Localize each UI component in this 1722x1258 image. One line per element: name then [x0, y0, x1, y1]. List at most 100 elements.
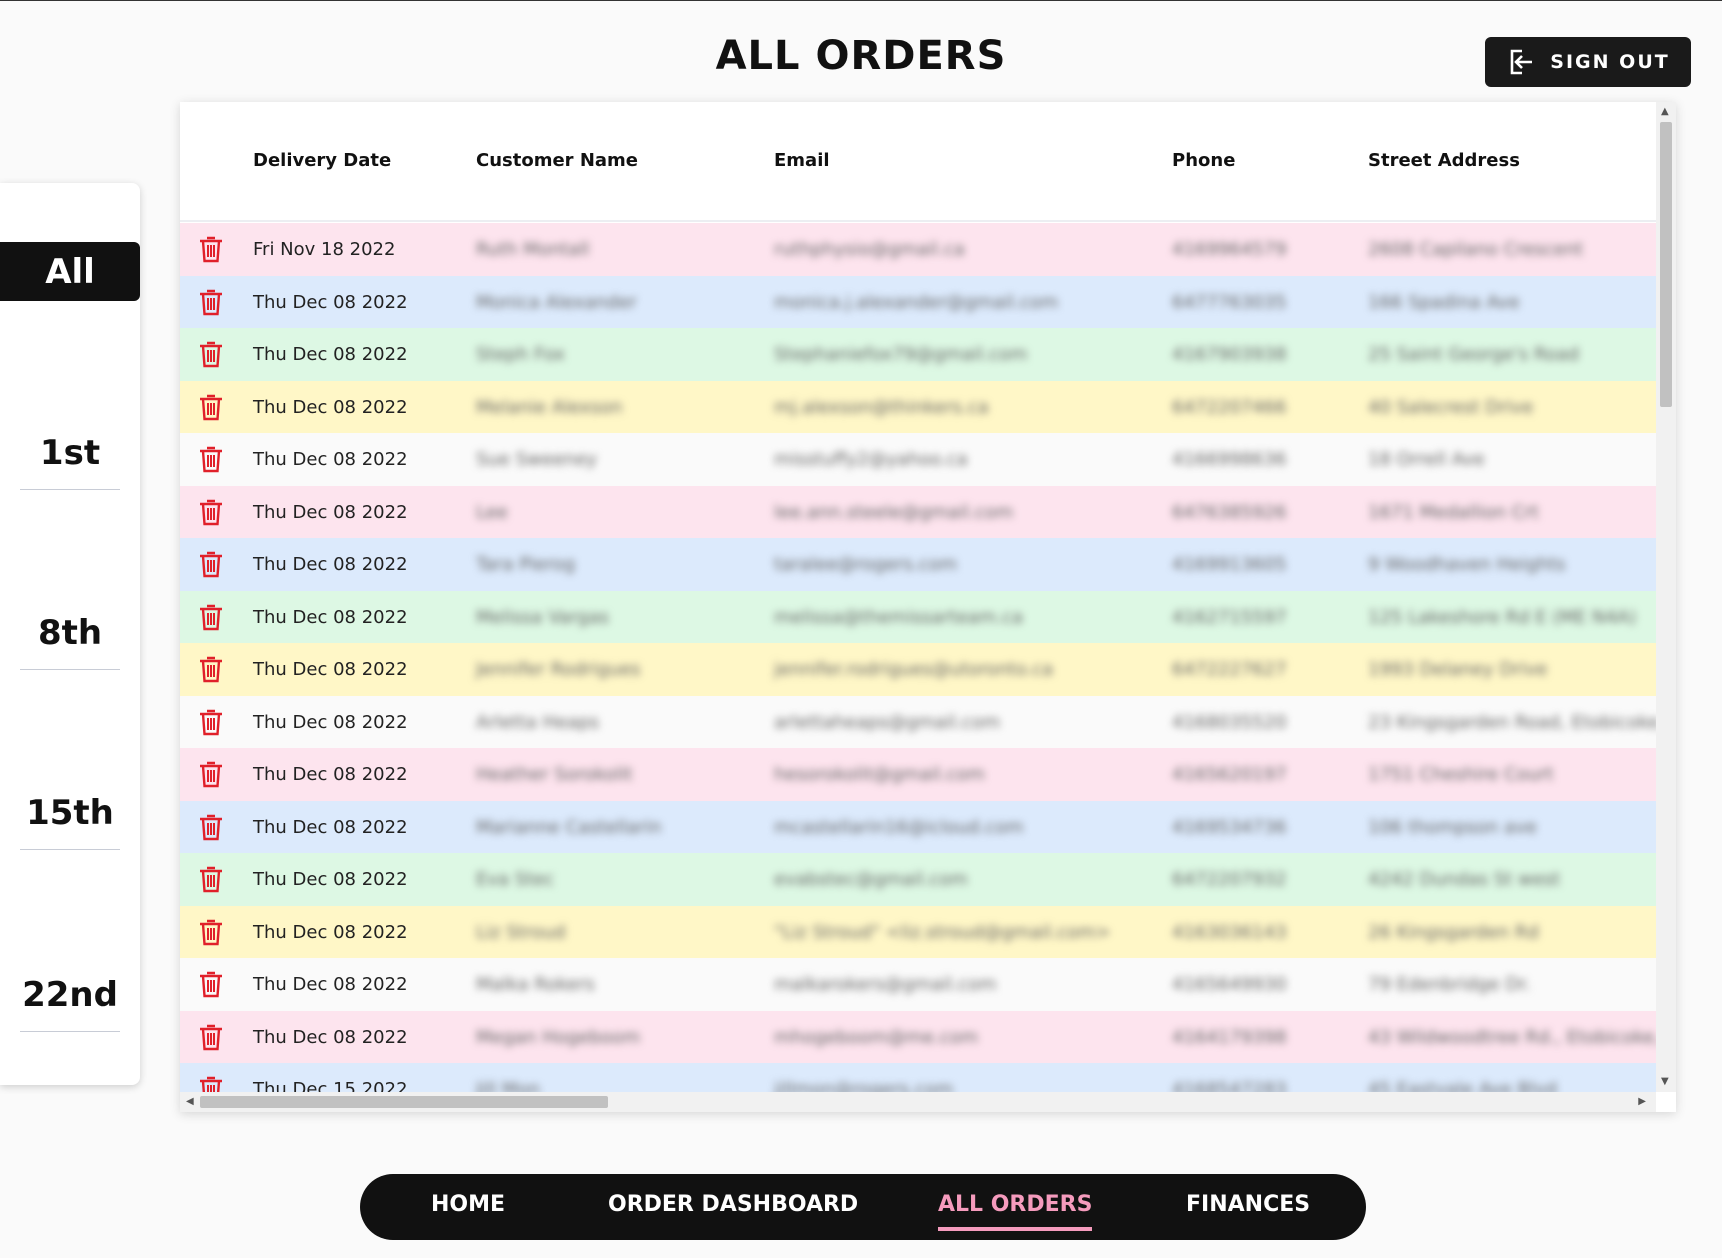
table-row[interactable]: Thu Dec 08 2022 Melissa Vargas melissa@the…: [180, 590, 1656, 643]
vertical-scrollbar[interactable]: ▲ ▼: [1656, 102, 1676, 1092]
table-row[interactable]: Thu Dec 08 2022 Sue Sweeney misstuffy2@yah…: [180, 433, 1656, 486]
column-header-phone[interactable]: Phone: [1172, 150, 1235, 171]
cell-email: arlettaheaps@gmail.com: [774, 711, 1001, 733]
filter-all-label: All: [45, 251, 95, 292]
trash-icon[interactable]: [198, 393, 224, 421]
cell-delivery-date: Thu Dec 08 2022: [253, 921, 408, 943]
table-row[interactable]: Fri Nov 18 2022 Ruth Montall ruthphysio@gm…: [180, 223, 1656, 276]
cell-customer-name: Melissa Vargas: [476, 606, 609, 628]
table-row[interactable]: Thu Dec 08 2022 Lee lee.ann.steele@gmail.c…: [180, 485, 1656, 538]
cell-phone: 6477763035: [1172, 291, 1287, 313]
cell-phone: 6472207932: [1172, 869, 1287, 890]
cell-email: mcastellarin16@icloud.com: [774, 816, 1024, 838]
filter-22nd-label: 22nd: [22, 975, 118, 1015]
trash-icon[interactable]: [198, 235, 224, 263]
trash-icon[interactable]: [198, 708, 224, 736]
vertical-scroll-thumb[interactable]: [1660, 122, 1672, 407]
cell-customer-name: Steph Fox: [476, 344, 565, 365]
trash-icon[interactable]: [198, 603, 224, 631]
cell-street-address: 4242 Dundas St west: [1368, 869, 1561, 890]
column-header-street-address[interactable]: Street Address: [1368, 150, 1520, 171]
cell-phone: 4166998636: [1172, 449, 1287, 470]
scroll-up-arrow-icon[interactable]: ▲: [1661, 107, 1669, 117]
cell-email: "Liz Stroud" <liz.stroud@gmail.com>: [774, 921, 1111, 943]
cell-street-address: 125 Lakeshore Rd E (ME N4A): [1368, 606, 1637, 628]
trash-icon[interactable]: [198, 813, 224, 841]
trash-icon[interactable]: [198, 1023, 224, 1051]
cell-street-address: 79 Edenbridge Dr.: [1368, 974, 1531, 995]
cell-delivery-date: Thu Dec 08 2022: [253, 396, 408, 418]
filter-all[interactable]: All: [0, 242, 140, 301]
trash-icon[interactable]: [198, 865, 224, 893]
date-filter-panel: All 1st 8th 15th 22nd: [0, 183, 140, 1085]
horizontal-scrollbar[interactable]: ◀ ▶: [180, 1092, 1656, 1112]
column-header-delivery-date[interactable]: Delivery Date: [253, 150, 391, 171]
scroll-right-arrow-icon[interactable]: ▶: [1638, 1097, 1646, 1107]
cell-delivery-date: Thu Dec 08 2022: [253, 659, 408, 680]
trash-icon[interactable]: [198, 918, 224, 946]
table-row[interactable]: Thu Dec 08 2022 Malka Rokers malkarokers@g…: [180, 958, 1656, 1011]
cell-email: jennifer.rodrigues@utoronto.ca: [774, 659, 1054, 680]
table-row[interactable]: Thu Dec 08 2022 Arletta Heaps arlettaheaps…: [180, 695, 1656, 748]
cell-email: ruthphysio@gmail.ca: [774, 239, 965, 260]
cell-street-address: 9 Woodhaven Heights: [1368, 554, 1566, 575]
trash-icon[interactable]: [198, 970, 224, 998]
column-header-customer-name[interactable]: Customer Name: [476, 150, 638, 171]
horizontal-scroll-thumb[interactable]: [200, 1096, 608, 1108]
table-row[interactable]: Thu Dec 08 2022 Marianne Castellarin mcast…: [180, 800, 1656, 853]
trash-icon[interactable]: [198, 550, 224, 578]
trash-icon[interactable]: [198, 760, 224, 788]
cell-customer-name: Megan Hogeboom: [476, 1026, 641, 1048]
nav-home[interactable]: HOME: [431, 1192, 505, 1217]
table-row[interactable]: Thu Dec 08 2022 Eva Stec evabstec@gmail.co…: [180, 853, 1656, 906]
bottom-navigation: HOME ORDER DASHBOARD ALL ORDERS FINANCES: [360, 1174, 1366, 1240]
table-row[interactable]: Thu Dec 08 2022 Jennifer Rodrigues jennife…: [180, 643, 1656, 696]
cell-delivery-date: Thu Dec 08 2022: [253, 501, 408, 523]
table-row[interactable]: Thu Dec 08 2022 Liz Stroud "Liz Stroud" <l…: [180, 905, 1656, 958]
cell-email: hesorokolit@gmail.com: [774, 764, 985, 785]
filter-15th[interactable]: 15th: [20, 793, 120, 850]
table-header: Delivery Date Customer Name Email Phone …: [180, 102, 1656, 222]
cell-street-address: 18 Orrell Ave: [1368, 449, 1485, 470]
table-row[interactable]: Thu Dec 08 2022 Melanie Alexson mj.alexson…: [180, 380, 1656, 433]
trash-icon[interactable]: [198, 655, 224, 683]
cell-customer-name: Sue Sweeney: [476, 449, 598, 470]
table-row[interactable]: Thu Dec 08 2022 Tara Pierog taralee@rogers…: [180, 538, 1656, 591]
cell-email: Stephaniefox79@gmail.com: [774, 344, 1028, 365]
trash-icon[interactable]: [198, 340, 224, 368]
filter-8th[interactable]: 8th: [20, 613, 120, 670]
nav-all-orders[interactable]: ALL ORDERS: [938, 1192, 1093, 1231]
cell-phone: 6476385926: [1172, 501, 1287, 523]
cell-street-address: 25 Saint George's Road: [1368, 344, 1580, 365]
table-row[interactable]: Thu Dec 08 2022 Heather Sorokolit hesoroko…: [180, 748, 1656, 801]
table-row[interactable]: Thu Dec 08 2022 Steph Fox Stephaniefox79@g…: [180, 328, 1656, 381]
cell-phone: 4168035520: [1172, 711, 1287, 733]
sign-out-button[interactable]: SIGN OUT: [1485, 37, 1691, 87]
cell-phone: 4169964579: [1172, 239, 1287, 260]
filter-8th-label: 8th: [37, 613, 103, 653]
cell-customer-name: Ruth Montall: [476, 239, 590, 260]
nav-finances[interactable]: FINANCES: [1186, 1192, 1310, 1217]
cell-street-address: 1751 Cheshire Court: [1368, 764, 1554, 785]
table-row[interactable]: Thu Dec 08 2022 Megan Hogeboom mhogeboom@m…: [180, 1010, 1656, 1063]
filter-1st[interactable]: 1st: [20, 433, 120, 490]
filter-22nd[interactable]: 22nd: [20, 975, 120, 1032]
filter-1st-label: 1st: [39, 433, 101, 473]
cell-delivery-date: Thu Dec 08 2022: [253, 1026, 408, 1048]
column-header-email[interactable]: Email: [774, 150, 830, 171]
page-title: ALL ORDERS: [715, 33, 1007, 79]
cell-customer-name: Malka Rokers: [476, 974, 595, 995]
orders-table: Delivery Date Customer Name Email Phone …: [180, 102, 1676, 1112]
nav-order-dashboard[interactable]: ORDER DASHBOARD: [608, 1192, 858, 1217]
trash-icon[interactable]: [198, 498, 224, 526]
scroll-down-arrow-icon[interactable]: ▼: [1661, 1077, 1669, 1087]
trash-icon[interactable]: [198, 445, 224, 473]
table-row[interactable]: Thu Dec 08 2022 Monica Alexander monica.j.…: [180, 275, 1656, 328]
trash-icon[interactable]: [198, 288, 224, 316]
cell-phone: 6472207466: [1172, 396, 1287, 418]
cell-customer-name: Liz Stroud: [476, 921, 566, 943]
cell-email: lee.ann.steele@gmail.com: [774, 501, 1014, 523]
scroll-left-arrow-icon[interactable]: ◀: [186, 1097, 194, 1107]
cell-phone: 6472227627: [1172, 659, 1287, 680]
cell-delivery-date: Thu Dec 08 2022: [253, 816, 408, 838]
